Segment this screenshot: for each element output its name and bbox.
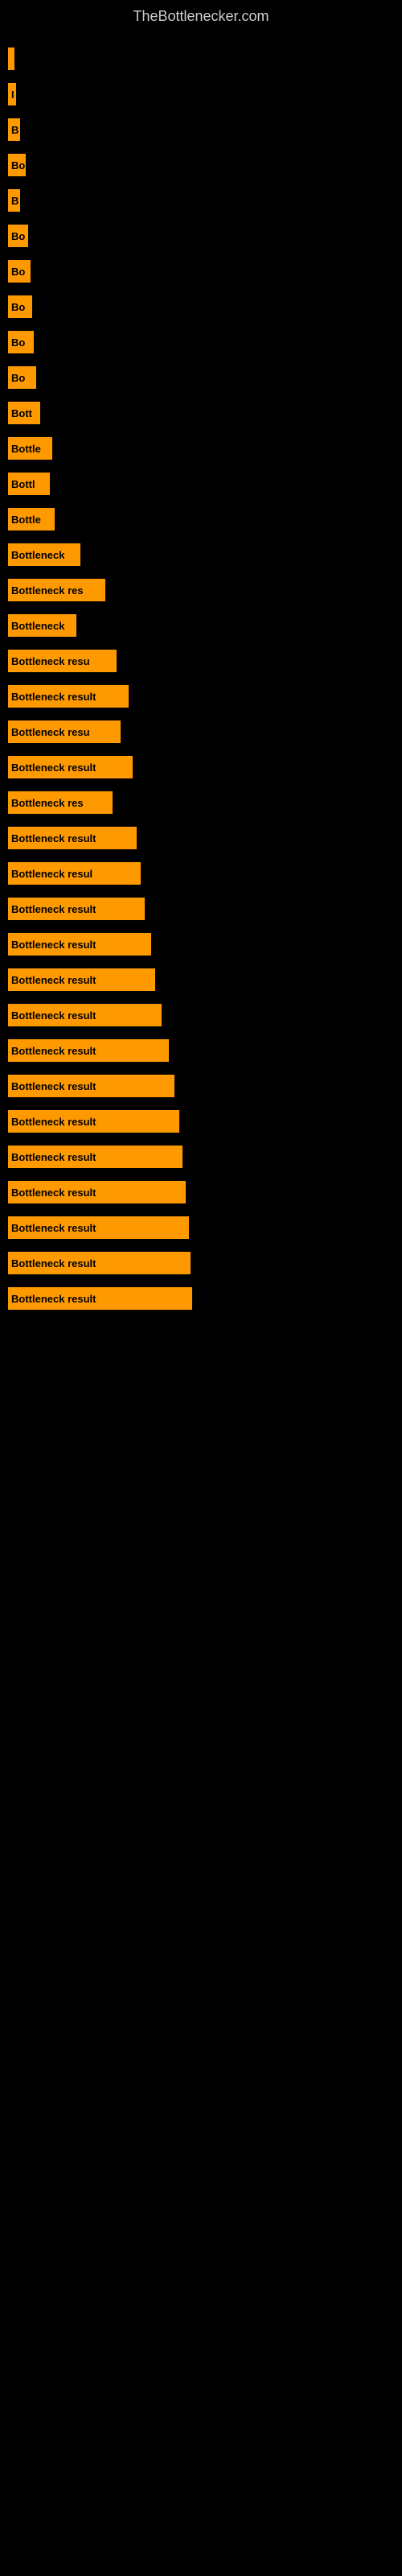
bar-label: Bottleneck result xyxy=(8,1039,169,1062)
bar-row: Bo xyxy=(0,147,402,183)
bar-row: Bottleneck result xyxy=(0,1210,402,1245)
bar-row: Bottleneck result xyxy=(0,820,402,856)
bar-row: Bottleneck result xyxy=(0,1174,402,1210)
bar-label: Bottleneck resu xyxy=(8,720,121,743)
site-title: TheBottlenecker.com xyxy=(0,0,402,41)
bar-row: Bottleneck result xyxy=(0,1245,402,1281)
bar-row: Bottleneck xyxy=(0,537,402,572)
bar-row: Bottleneck resu xyxy=(0,643,402,679)
bar-row: Bo xyxy=(0,360,402,395)
bar-row: Bo xyxy=(0,324,402,360)
bar-row: Bottleneck result xyxy=(0,962,402,997)
bar-label: Bottleneck result xyxy=(8,933,151,956)
bar-row: Bottleneck result xyxy=(0,1033,402,1068)
bar-label: Bo xyxy=(8,260,31,283)
bar-label: Bottleneck result xyxy=(8,1075,174,1097)
bar-row: Bottleneck resul xyxy=(0,856,402,891)
bar-row: Bottleneck resu xyxy=(0,714,402,749)
bar-row: Bottleneck result xyxy=(0,749,402,785)
bar-label: Bottleneck xyxy=(8,614,76,637)
bar-label: Bottleneck resu xyxy=(8,650,117,672)
bar-row: B xyxy=(0,183,402,218)
bar-row: Bo xyxy=(0,289,402,324)
bar-label: Bo xyxy=(8,154,26,176)
bar-label: I xyxy=(8,83,16,105)
bar-label: Bottleneck result xyxy=(8,1146,183,1168)
bar-label: Bott xyxy=(8,402,40,424)
bar-row: Bottl xyxy=(0,466,402,502)
bar-label: Bottleneck result xyxy=(8,968,155,991)
bar-row: Bottleneck res xyxy=(0,785,402,820)
bar-label: Bottleneck result xyxy=(8,1110,179,1133)
bar-row: Bottleneck result xyxy=(0,1281,402,1316)
bar-row: Bottle xyxy=(0,431,402,466)
bar-label: Bottleneck res xyxy=(8,791,113,814)
bar-label: Bottleneck result xyxy=(8,1181,186,1203)
bar-label: Bottle xyxy=(8,437,52,460)
bar-label: Bottleneck res xyxy=(8,579,105,601)
bar-label: Bottleneck result xyxy=(8,898,145,920)
bar-label: Bottleneck result xyxy=(8,1004,162,1026)
bar-row: B xyxy=(0,112,402,147)
bar-label: Bo xyxy=(8,295,32,318)
bar-label xyxy=(8,47,14,70)
bar-row: Bott xyxy=(0,395,402,431)
bar-label: Bo xyxy=(8,366,36,389)
bar-row: Bottleneck result xyxy=(0,927,402,962)
bar-row: Bottleneck result xyxy=(0,997,402,1033)
bar-row: Bo xyxy=(0,254,402,289)
bar-label: Bottleneck xyxy=(8,543,80,566)
bar-label: Bottleneck result xyxy=(8,827,137,849)
bar-row: Bottleneck xyxy=(0,608,402,643)
bar-row: I xyxy=(0,76,402,112)
bar-row: Bottleneck result xyxy=(0,1139,402,1174)
bar-row: Bottleneck result xyxy=(0,1068,402,1104)
bar-label: Bottleneck result xyxy=(8,1216,189,1239)
bar-row xyxy=(0,41,402,76)
bar-label: Bottl xyxy=(8,473,50,495)
bar-label: Bottleneck resul xyxy=(8,862,141,885)
bar-label: Bottle xyxy=(8,508,55,530)
bar-row: Bottleneck result xyxy=(0,679,402,714)
bar-row: Bottle xyxy=(0,502,402,537)
bar-label: Bottleneck result xyxy=(8,756,133,778)
bar-label: Bottleneck result xyxy=(8,1287,192,1310)
bar-label: B xyxy=(8,189,20,212)
bar-row: Bottleneck result xyxy=(0,891,402,927)
bar-row: Bottleneck res xyxy=(0,572,402,608)
bar-row: Bo xyxy=(0,218,402,254)
bar-label: Bottleneck result xyxy=(8,685,129,708)
bar-label: Bo xyxy=(8,331,34,353)
bar-label: Bo xyxy=(8,225,28,247)
bar-row: Bottleneck result xyxy=(0,1104,402,1139)
bar-label: Bottleneck result xyxy=(8,1252,191,1274)
bars-container: IBBoBBoBoBoBoBoBottBottleBottlBottleBott… xyxy=(0,41,402,1316)
bar-label: B xyxy=(8,118,20,141)
